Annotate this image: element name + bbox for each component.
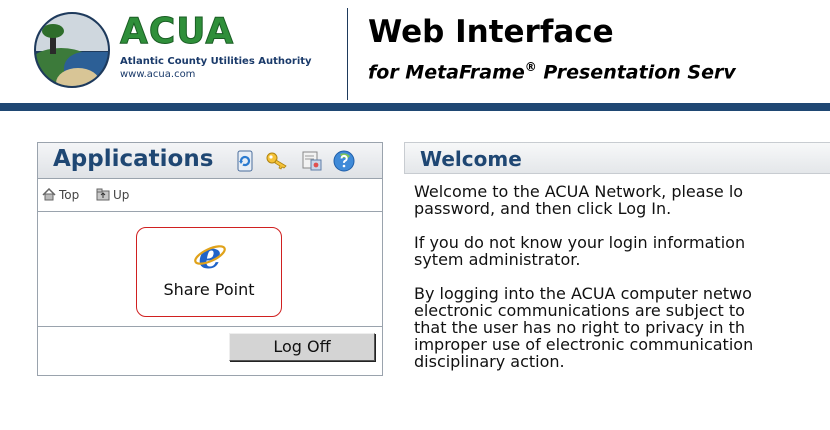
applications-titlebar: Applications [38,143,382,179]
internet-explorer-icon: e [194,238,226,272]
page-subtitle: for MetaFrame® Presentation Serv [368,60,736,84]
logo-org-name: Atlantic County Utilities Authority [120,56,312,67]
acua-emblem-icon [34,12,110,88]
applications-list: e Share Point [38,213,382,327]
logo-url: www.acua.com [120,69,196,80]
svg-text:e: e [199,238,222,272]
home-icon [42,187,56,201]
applications-nav: Top Up [38,180,382,212]
folder-up-icon [96,188,110,201]
header-divider [347,8,348,100]
log-off-button[interactable]: Log Off [229,333,375,361]
nav-up-link[interactable]: Up [96,188,129,202]
page-title: Web Interface [368,14,614,50]
welcome-paragraph: Welcome to the ACUA Network, please lo p… [414,183,744,218]
welcome-paragraph: If you do not know your login informatio… [414,233,746,269]
applications-title: Applications [53,146,214,172]
header-bar [0,103,830,111]
welcome-paragraph: By logging into the ACUA computer netwo … [414,284,754,371]
welcome-body: Welcome to the ACUA Network, please lo p… [414,183,830,387]
key-icon[interactable] [265,149,289,173]
nav-top-link[interactable]: Top [42,187,79,202]
logo-wordmark: ACUA [119,11,235,52]
applications-panel: Applications Top Up e Share Point Log Of… [37,142,383,376]
app-label: Share Point [163,280,255,299]
welcome-title: Welcome [420,147,522,171]
refresh-icon[interactable] [233,149,257,173]
settings-icon[interactable] [300,149,324,173]
acua-logo: ACUA Atlantic County Utilities Authority… [34,6,334,92]
app-share-point[interactable]: e Share Point [136,227,282,317]
help-icon[interactable] [332,149,356,173]
welcome-header: Welcome [404,142,830,174]
